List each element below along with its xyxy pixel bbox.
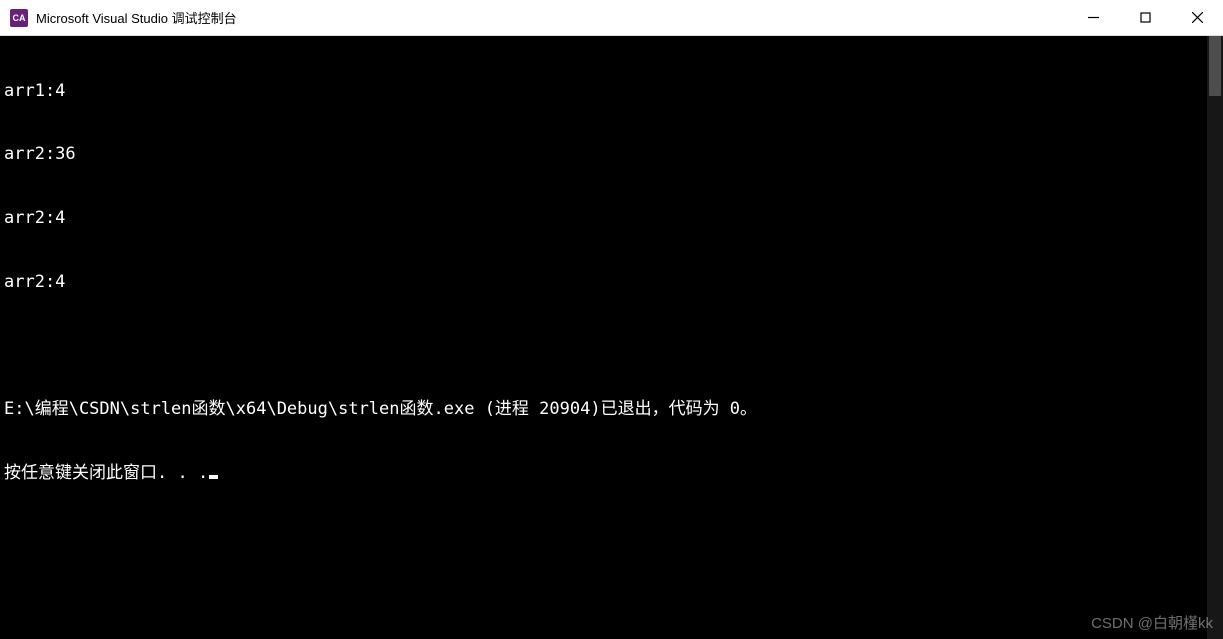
cursor-icon (209, 475, 218, 479)
visual-studio-icon: CA (10, 9, 28, 27)
window-title: Microsoft Visual Studio 调试控制台 (36, 8, 237, 27)
prompt-line: 按任意键关闭此窗口. . . (4, 463, 1219, 484)
close-icon (1192, 12, 1203, 23)
output-line: arr2:36 (4, 144, 1219, 165)
minimize-button[interactable] (1067, 0, 1119, 35)
exit-message: E:\编程\CSDN\strlen函数\x64\Debug\strlen函数.e… (4, 399, 1219, 420)
titlebar: CA Microsoft Visual Studio 调试控制台 (0, 0, 1223, 36)
output-line: arr2:4 (4, 208, 1219, 229)
close-button[interactable] (1171, 0, 1223, 35)
minimize-icon (1088, 12, 1099, 23)
maximize-icon (1140, 12, 1151, 23)
console-output[interactable]: arr1:4 arr2:36 arr2:4 arr2:4 E:\编程\CSDN\… (0, 36, 1223, 639)
prompt-message: 按任意键关闭此窗口. . . (4, 463, 208, 483)
window-controls (1067, 0, 1223, 35)
output-line: arr2:4 (4, 272, 1219, 293)
maximize-button[interactable] (1119, 0, 1171, 35)
scrollbar-thumb[interactable] (1209, 36, 1221, 96)
output-line: arr1:4 (4, 81, 1219, 102)
vertical-scrollbar[interactable] (1207, 36, 1223, 639)
titlebar-left: CA Microsoft Visual Studio 调试控制台 (0, 8, 237, 27)
blank-line (4, 336, 1219, 357)
